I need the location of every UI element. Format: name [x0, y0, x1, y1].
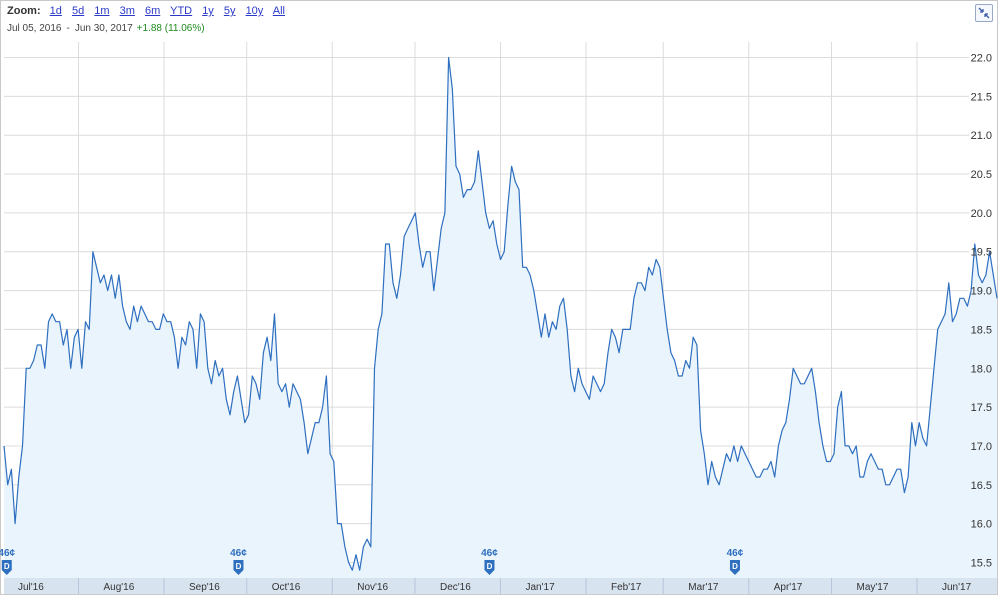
x-tick-label: Feb'17	[611, 582, 642, 593]
y-tick-label: 21.0	[971, 130, 992, 142]
x-tick-label: Apr'17	[774, 582, 803, 593]
y-tick-label: 20.5	[971, 169, 992, 181]
x-tick-label: Dec'16	[440, 582, 471, 593]
y-tick-label: 16.5	[971, 480, 992, 492]
price-chart[interactable]: 15.5 16.0 16.5 17.0 17.5 18.0 18.5 19.0 19.5 20.0…	[0, 0, 999, 596]
y-tick-label: 21.5	[971, 91, 992, 103]
y-tick-label: 17.5	[971, 402, 992, 414]
x-tick-label: Mar'17	[688, 582, 719, 593]
x-tick-label: Aug'16	[103, 582, 134, 593]
dividend-amount-label: 46¢	[481, 548, 498, 559]
y-tick-label: 17.0	[971, 441, 992, 453]
x-tick-label: Nov'16	[357, 582, 388, 593]
y-tick-label: 16.0	[971, 519, 992, 531]
x-tick-label: Jan'17	[526, 582, 556, 593]
y-tick-label: 18.5	[971, 324, 992, 336]
dividend-marker-letter: D	[4, 562, 10, 571]
y-tick-label: 19.5	[971, 247, 992, 259]
dividend-amount-label: 46¢	[230, 548, 247, 559]
dividend-marker-letter: D	[487, 562, 493, 571]
y-tick-label: 15.5	[971, 557, 992, 569]
y-tick-label: 18.0	[971, 363, 992, 375]
x-tick-label: Sep'16	[189, 582, 220, 593]
x-tick-label: May'17	[857, 582, 889, 593]
dividend-amount-label: 46¢	[0, 548, 16, 559]
dividend-amount-label: 46¢	[727, 548, 744, 559]
x-tick-label: Oct'16	[272, 582, 301, 593]
x-tick-label: Jun'17	[942, 582, 972, 593]
y-tick-label: 20.0	[971, 208, 992, 220]
dividend-marker-letter: D	[732, 562, 738, 571]
y-tick-label: 19.0	[971, 286, 992, 298]
x-tick-label: Jul'16	[18, 582, 44, 593]
y-tick-label: 22.0	[971, 53, 992, 65]
dividend-marker-letter: D	[236, 562, 242, 571]
